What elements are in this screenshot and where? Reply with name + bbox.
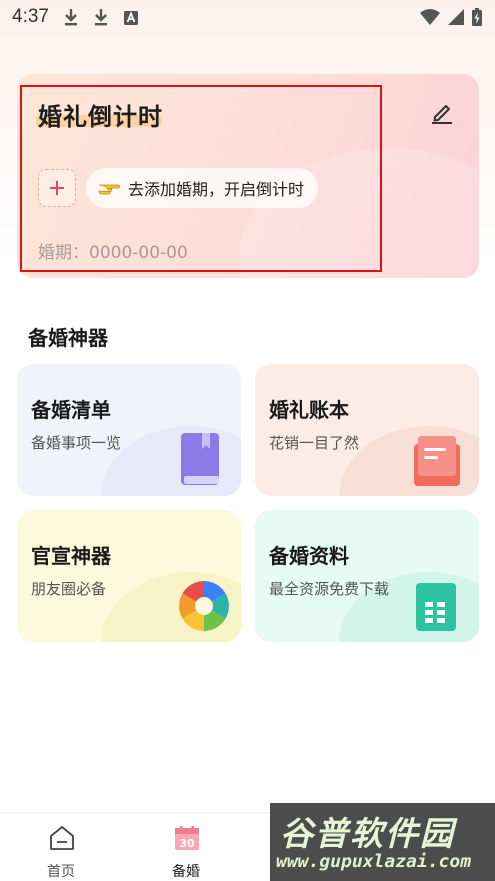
home-icon — [50, 826, 74, 850]
watermark-title: 谷普软件园 — [280, 814, 455, 853]
status-bar: 4:37 — [0, 0, 495, 34]
text-a-icon — [124, 11, 138, 25]
spreadsheet-icon — [416, 583, 456, 631]
wedding-date-label: 婚期：0000-00-00 — [38, 243, 188, 263]
nav-item-home[interactable]: 首页 — [16, 813, 106, 881]
pointing-hand-icon — [98, 184, 120, 195]
tools-section-title: 备婚神器 — [28, 326, 108, 350]
tool-subtitle: 花销一目了然 — [269, 434, 360, 452]
tool-subtitle: 最全资源免费下载 — [269, 580, 390, 598]
battery-charging-icon — [472, 8, 482, 26]
tool-title: 备婚清单 — [31, 398, 111, 422]
wedding-checklist-card[interactable]: 备婚清单 备婚事项一览 — [17, 364, 241, 496]
download-icon — [95, 9, 107, 26]
wifi-icon — [420, 9, 440, 25]
nav-label: 首页 — [47, 864, 75, 880]
watermark: 谷普软件园 www.gupuxlazai.com — [270, 803, 495, 881]
announcement-tool-card[interactable]: 官宣神器 朋友圈必备 — [17, 510, 241, 642]
download-icon — [65, 9, 77, 26]
countdown-title: 婚礼倒计时 — [38, 103, 163, 131]
ledger-icon — [414, 436, 460, 486]
plus-icon — [50, 181, 64, 195]
wedding-resources-card[interactable]: 备婚资料 最全资源免费下载 — [255, 510, 479, 642]
add-hint-text: 去添加婚期，开启倒计时 — [128, 180, 305, 199]
tool-title: 备婚资料 — [269, 544, 349, 568]
nav-item-wedding-prep[interactable]: 30 备婚 — [141, 813, 231, 881]
tool-subtitle: 备婚事项一览 — [31, 434, 122, 452]
tool-title: 官宣神器 — [31, 544, 111, 568]
tool-title: 婚礼账本 — [269, 398, 349, 422]
tool-subtitle: 朋友圈必备 — [31, 580, 107, 598]
add-date-hint[interactable]: 去添加婚期，开启倒计时 — [86, 168, 319, 208]
add-wedding-date-button[interactable] — [38, 169, 76, 207]
calendar-30-icon: 30 — [175, 826, 199, 850]
watermark-url: www.gupuxlazai.com — [276, 851, 472, 872]
status-time: 4:37 — [12, 6, 49, 27]
nav-label: 备婚 — [172, 864, 200, 880]
edit-pencil-icon[interactable] — [428, 98, 456, 126]
system-status-icons — [419, 7, 483, 27]
signal-icon — [448, 9, 464, 25]
camera-aperture-icon — [179, 581, 229, 631]
book-icon — [181, 433, 219, 485]
calendar-date-text: 30 — [179, 837, 195, 850]
wedding-ledger-card[interactable]: 婚礼账本 花销一目了然 — [255, 364, 479, 496]
